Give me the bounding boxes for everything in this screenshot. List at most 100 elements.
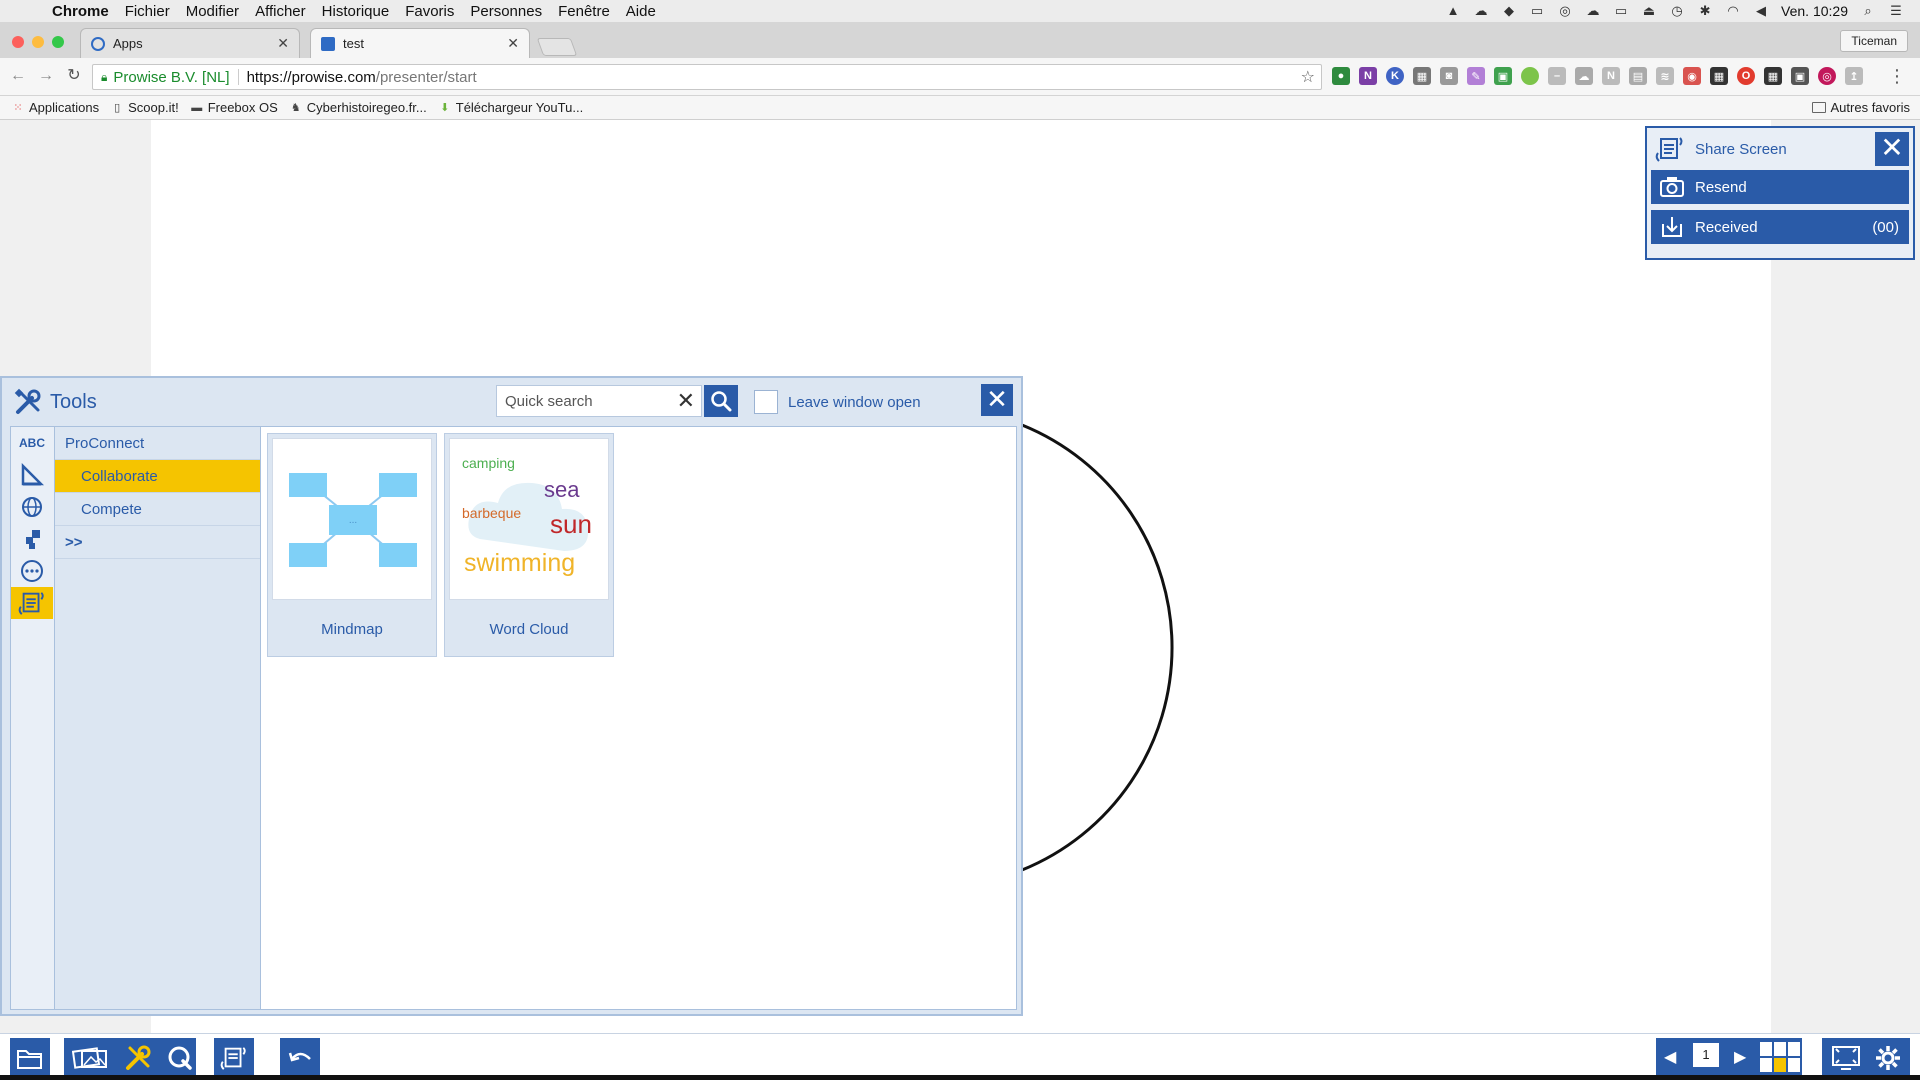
cloud-sync-icon[interactable]: ☁ (1585, 4, 1601, 18)
sync-icon[interactable]: ◎ (1557, 4, 1573, 18)
airplay-icon[interactable]: ▭ (1613, 4, 1629, 18)
previous-page-icon[interactable]: ◀ (1664, 1047, 1676, 1067)
menu-personnes[interactable]: Personnes (470, 3, 542, 20)
tools-button[interactable] (118, 1038, 158, 1078)
volume-icon[interactable]: ◀ (1753, 4, 1769, 18)
extension-gray-icon[interactable]: ▦ (1413, 67, 1431, 85)
rss-icon[interactable]: ≋ (1656, 67, 1674, 85)
tab-close-icon[interactable]: ✕ (277, 35, 289, 52)
extension-green-icon[interactable]: ● (1332, 67, 1350, 85)
geography-tools-tab[interactable] (11, 491, 53, 523)
bluetooth-icon[interactable]: ✱ (1697, 4, 1713, 18)
other-bookmarks[interactable]: Autres favoris (1811, 100, 1910, 115)
quiz-button[interactable] (160, 1038, 200, 1078)
dropbox-icon[interactable]: ◆ (1501, 4, 1517, 18)
qr-icon[interactable]: ▦ (1710, 67, 1728, 85)
page-overview-button[interactable] (1760, 1042, 1800, 1072)
cloud-ext-icon[interactable]: ☁ (1575, 67, 1593, 85)
menu-app-chrome[interactable]: Chrome (52, 3, 109, 20)
gear-icon[interactable] (1875, 1045, 1901, 1071)
bookmark-freebox[interactable]: ▬ Freebox OS (191, 100, 278, 115)
time-machine-icon[interactable]: ◷ (1669, 4, 1685, 18)
undo-button[interactable] (280, 1038, 320, 1078)
window-minimize-button[interactable] (32, 36, 44, 48)
tab-close-icon[interactable]: ✕ (507, 35, 519, 52)
category-compete[interactable]: Compete (55, 493, 260, 526)
inbox-icon[interactable]: ▭ (1529, 4, 1545, 18)
pin-icon[interactable]: ↥ (1845, 67, 1863, 85)
resend-button[interactable]: Resend (1651, 170, 1909, 204)
link-icon[interactable]: – (1548, 67, 1566, 85)
k-extension-icon[interactable]: K (1386, 67, 1404, 85)
qr2-icon[interactable]: ▦ (1764, 67, 1782, 85)
lock-icon[interactable]: 🔒︎ (101, 70, 107, 85)
tool-tile-mindmap[interactable]: ... Mindmap (267, 433, 437, 657)
back-icon[interactable]: ← (8, 66, 28, 86)
menu-favoris[interactable]: Favoris (405, 3, 454, 20)
category-more[interactable]: >> (55, 526, 260, 559)
address-bar[interactable]: 🔒︎ Prowise B.V. [NL] https://prowise.com… (92, 64, 1322, 90)
extension-evernote-icon[interactable]: ▣ (1494, 67, 1512, 85)
eject-icon[interactable]: ⏏ (1641, 4, 1657, 18)
spotlight-icon[interactable]: ⌕ (1860, 4, 1876, 18)
bookmark-youtube-downloader[interactable]: ⬇ Téléchargeur YouTu... (439, 100, 583, 115)
notification-center-icon[interactable]: ☰ (1888, 4, 1904, 18)
screen-ext-icon[interactable]: ▣ (1791, 67, 1809, 85)
menu-aide[interactable]: Aide (626, 3, 656, 20)
bookmark-applications[interactable]: ⁙ Applications (12, 100, 99, 115)
leave-window-open-toggle[interactable]: Leave window open (754, 390, 921, 414)
received-button[interactable]: Received (00) (1651, 210, 1909, 244)
menu-fenetre[interactable]: Fenêtre (558, 3, 610, 20)
quick-search-input[interactable] (497, 387, 667, 415)
page-number[interactable]: 1 (1692, 1042, 1720, 1068)
printer-icon[interactable]: ▤ (1629, 67, 1647, 85)
pink-ext-icon[interactable]: ◎ (1818, 67, 1836, 85)
new-tab-button[interactable] (536, 38, 578, 56)
category-collaborate[interactable]: Collaborate (55, 460, 260, 493)
search-clear-icon[interactable]: ✕ (677, 388, 695, 414)
menu-fichier[interactable]: Fichier (125, 3, 170, 20)
tab-test[interactable]: test ✕ (310, 28, 530, 58)
green-dot-icon[interactable] (1521, 67, 1539, 85)
bookmark-scoopit[interactable]: ▯ Scoop.it! (111, 100, 179, 115)
window-zoom-button[interactable] (52, 36, 64, 48)
leave-window-open-checkbox[interactable] (754, 390, 778, 414)
reload-icon[interactable]: ↻ (64, 66, 84, 86)
share-screen-close-button[interactable]: ✕ (1875, 132, 1909, 166)
media-button[interactable] (70, 1038, 110, 1078)
proconnect-tools-tab[interactable] (11, 587, 53, 619)
menu-historique[interactable]: Historique (322, 3, 390, 20)
profile-button[interactable]: Ticeman (1840, 30, 1908, 52)
science-tools-tab[interactable] (11, 523, 53, 555)
cloud-icon[interactable]: ☁ (1473, 4, 1489, 18)
camera-icon[interactable]: ◙ (1440, 67, 1458, 85)
pen-icon[interactable]: ✎ (1467, 67, 1485, 85)
next-page-icon[interactable]: ▶ (1734, 1047, 1746, 1067)
menu-modifier[interactable]: Modifier (186, 3, 239, 20)
more-tools-tab[interactable] (11, 555, 53, 587)
category-proconnect[interactable]: ProConnect (55, 427, 260, 460)
bookmark-cyberhistoiregeo[interactable]: ♞ Cyberhistoiregeo.fr... (290, 100, 427, 115)
cast-icon[interactable]: ◉ (1683, 67, 1701, 85)
opera-icon[interactable]: O (1737, 67, 1755, 85)
wifi-icon[interactable]: ◠ (1725, 4, 1741, 18)
tool-tile-word-cloud[interactable]: camping sea barbeque sun swimming Word C… (444, 433, 614, 657)
math-tools-tab[interactable] (11, 459, 53, 491)
bookmark-star-icon[interactable]: ☆ (1301, 67, 1315, 87)
window-close-button[interactable] (12, 36, 24, 48)
tools-close-button[interactable]: ✕ (981, 384, 1013, 416)
open-file-button[interactable] (10, 1038, 50, 1078)
forward-icon[interactable]: → (36, 66, 56, 86)
url-path: /presenter/start (375, 68, 477, 86)
search-button[interactable] (704, 385, 738, 417)
fullscreen-icon[interactable] (1831, 1045, 1861, 1071)
onenote-icon[interactable]: N (1359, 67, 1377, 85)
text-tools-tab[interactable]: ABC (11, 427, 53, 459)
drive-icon[interactable]: ▲ (1445, 4, 1461, 18)
menubar-clock[interactable]: Ven. 10:29 (1781, 3, 1848, 19)
chrome-menu-icon[interactable]: ⋮ (1888, 66, 1906, 87)
n-ext-icon[interactable]: N (1602, 67, 1620, 85)
menu-afficher[interactable]: Afficher (255, 3, 306, 20)
tab-apps[interactable]: Apps ✕ (80, 28, 300, 58)
share-screen-button[interactable] (214, 1038, 254, 1078)
